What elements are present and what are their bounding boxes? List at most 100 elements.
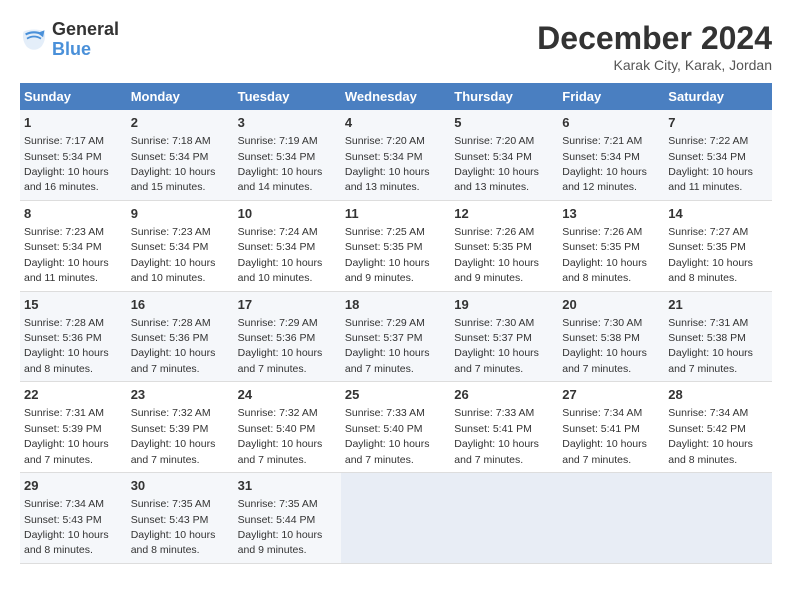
daylight-info: Daylight: 10 hours and 11 minutes.: [24, 257, 109, 284]
sunrise-info: Sunrise: 7:33 AM: [454, 407, 534, 419]
day-number: 9: [131, 205, 230, 223]
page-header: General Blue December 2024 Karak City, K…: [20, 20, 772, 73]
sunrise-info: Sunrise: 7:23 AM: [131, 226, 211, 238]
sunset-info: Sunset: 5:41 PM: [454, 423, 532, 435]
sunset-info: Sunset: 5:41 PM: [562, 423, 640, 435]
title-block: December 2024 Karak City, Karak, Jordan: [537, 20, 772, 73]
calendar-cell: 17 Sunrise: 7:29 AM Sunset: 5:36 PM Dayl…: [234, 291, 341, 382]
sunrise-info: Sunrise: 7:18 AM: [131, 135, 211, 147]
day-number: 24: [238, 386, 337, 404]
calendar-cell: 13 Sunrise: 7:26 AM Sunset: 5:35 PM Dayl…: [558, 200, 664, 291]
sunrise-info: Sunrise: 7:22 AM: [668, 135, 748, 147]
logo-line2: Blue: [52, 39, 91, 59]
sunset-info: Sunset: 5:40 PM: [345, 423, 423, 435]
sunrise-info: Sunrise: 7:29 AM: [345, 317, 425, 329]
day-number: 3: [238, 114, 337, 132]
sunset-info: Sunset: 5:44 PM: [238, 514, 316, 526]
sunset-info: Sunset: 5:34 PM: [24, 241, 102, 253]
calendar-week-row: 22 Sunrise: 7:31 AM Sunset: 5:39 PM Dayl…: [20, 382, 772, 473]
calendar-cell: 18 Sunrise: 7:29 AM Sunset: 5:37 PM Dayl…: [341, 291, 450, 382]
sunset-info: Sunset: 5:37 PM: [345, 332, 423, 344]
sunset-info: Sunset: 5:34 PM: [238, 241, 316, 253]
sunset-info: Sunset: 5:36 PM: [238, 332, 316, 344]
daylight-info: Daylight: 10 hours and 7 minutes.: [345, 347, 430, 374]
day-number: 31: [238, 477, 337, 495]
daylight-info: Daylight: 10 hours and 16 minutes.: [24, 166, 109, 193]
month-title: December 2024: [537, 20, 772, 57]
calendar-cell: 5 Sunrise: 7:20 AM Sunset: 5:34 PM Dayli…: [450, 110, 558, 200]
header-row: Sunday Monday Tuesday Wednesday Thursday…: [20, 83, 772, 110]
day-number: 26: [454, 386, 554, 404]
sunset-info: Sunset: 5:42 PM: [668, 423, 746, 435]
calendar-cell: 7 Sunrise: 7:22 AM Sunset: 5:34 PM Dayli…: [664, 110, 772, 200]
location: Karak City, Karak, Jordan: [537, 57, 772, 73]
calendar-cell: 26 Sunrise: 7:33 AM Sunset: 5:41 PM Dayl…: [450, 382, 558, 473]
calendar-cell: 10 Sunrise: 7:24 AM Sunset: 5:34 PM Dayl…: [234, 200, 341, 291]
sunset-info: Sunset: 5:35 PM: [668, 241, 746, 253]
daylight-info: Daylight: 10 hours and 7 minutes.: [562, 438, 647, 465]
daylight-info: Daylight: 10 hours and 8 minutes.: [24, 347, 109, 374]
calendar-cell: 30 Sunrise: 7:35 AM Sunset: 5:43 PM Dayl…: [127, 473, 234, 564]
sunrise-info: Sunrise: 7:26 AM: [562, 226, 642, 238]
daylight-info: Daylight: 10 hours and 9 minutes.: [345, 257, 430, 284]
daylight-info: Daylight: 10 hours and 8 minutes.: [668, 438, 753, 465]
day-number: 30: [131, 477, 230, 495]
day-number: 17: [238, 296, 337, 314]
calendar-cell: 8 Sunrise: 7:23 AM Sunset: 5:34 PM Dayli…: [20, 200, 127, 291]
calendar-cell: 29 Sunrise: 7:34 AM Sunset: 5:43 PM Dayl…: [20, 473, 127, 564]
sunrise-info: Sunrise: 7:30 AM: [562, 317, 642, 329]
calendar-cell: [341, 473, 450, 564]
sunrise-info: Sunrise: 7:32 AM: [238, 407, 318, 419]
daylight-info: Daylight: 10 hours and 8 minutes.: [24, 529, 109, 556]
sunset-info: Sunset: 5:39 PM: [131, 423, 209, 435]
header-monday: Monday: [127, 83, 234, 110]
calendar-cell: 23 Sunrise: 7:32 AM Sunset: 5:39 PM Dayl…: [127, 382, 234, 473]
day-number: 29: [24, 477, 123, 495]
day-number: 7: [668, 114, 768, 132]
day-number: 27: [562, 386, 660, 404]
daylight-info: Daylight: 10 hours and 7 minutes.: [454, 438, 539, 465]
day-number: 5: [454, 114, 554, 132]
sunset-info: Sunset: 5:43 PM: [131, 514, 209, 526]
calendar-week-row: 8 Sunrise: 7:23 AM Sunset: 5:34 PM Dayli…: [20, 200, 772, 291]
sunrise-info: Sunrise: 7:20 AM: [345, 135, 425, 147]
daylight-info: Daylight: 10 hours and 14 minutes.: [238, 166, 323, 193]
sunrise-info: Sunrise: 7:21 AM: [562, 135, 642, 147]
daylight-info: Daylight: 10 hours and 10 minutes.: [238, 257, 323, 284]
sunset-info: Sunset: 5:34 PM: [131, 151, 209, 163]
daylight-info: Daylight: 10 hours and 9 minutes.: [454, 257, 539, 284]
sunrise-info: Sunrise: 7:20 AM: [454, 135, 534, 147]
daylight-info: Daylight: 10 hours and 7 minutes.: [131, 438, 216, 465]
day-number: 22: [24, 386, 123, 404]
calendar-cell: 20 Sunrise: 7:30 AM Sunset: 5:38 PM Dayl…: [558, 291, 664, 382]
sunset-info: Sunset: 5:43 PM: [24, 514, 102, 526]
day-number: 8: [24, 205, 123, 223]
calendar-cell: [450, 473, 558, 564]
calendar-cell: 24 Sunrise: 7:32 AM Sunset: 5:40 PM Dayl…: [234, 382, 341, 473]
day-number: 13: [562, 205, 660, 223]
sunrise-info: Sunrise: 7:28 AM: [24, 317, 104, 329]
day-number: 23: [131, 386, 230, 404]
sunrise-info: Sunrise: 7:33 AM: [345, 407, 425, 419]
sunset-info: Sunset: 5:36 PM: [24, 332, 102, 344]
sunset-info: Sunset: 5:34 PM: [345, 151, 423, 163]
sunset-info: Sunset: 5:35 PM: [454, 241, 532, 253]
calendar-cell: 2 Sunrise: 7:18 AM Sunset: 5:34 PM Dayli…: [127, 110, 234, 200]
sunrise-info: Sunrise: 7:35 AM: [238, 498, 318, 510]
sunset-info: Sunset: 5:34 PM: [454, 151, 532, 163]
calendar-cell: 9 Sunrise: 7:23 AM Sunset: 5:34 PM Dayli…: [127, 200, 234, 291]
calendar-cell: 25 Sunrise: 7:33 AM Sunset: 5:40 PM Dayl…: [341, 382, 450, 473]
calendar-cell: 11 Sunrise: 7:25 AM Sunset: 5:35 PM Dayl…: [341, 200, 450, 291]
calendar-cell: 31 Sunrise: 7:35 AM Sunset: 5:44 PM Dayl…: [234, 473, 341, 564]
header-tuesday: Tuesday: [234, 83, 341, 110]
sunset-info: Sunset: 5:36 PM: [131, 332, 209, 344]
sunset-info: Sunset: 5:39 PM: [24, 423, 102, 435]
daylight-info: Daylight: 10 hours and 9 minutes.: [238, 529, 323, 556]
daylight-info: Daylight: 10 hours and 10 minutes.: [131, 257, 216, 284]
sunset-info: Sunset: 5:34 PM: [238, 151, 316, 163]
sunrise-info: Sunrise: 7:34 AM: [562, 407, 642, 419]
daylight-info: Daylight: 10 hours and 8 minutes.: [562, 257, 647, 284]
day-number: 4: [345, 114, 446, 132]
calendar-table: Sunday Monday Tuesday Wednesday Thursday…: [20, 83, 772, 564]
daylight-info: Daylight: 10 hours and 7 minutes.: [131, 347, 216, 374]
